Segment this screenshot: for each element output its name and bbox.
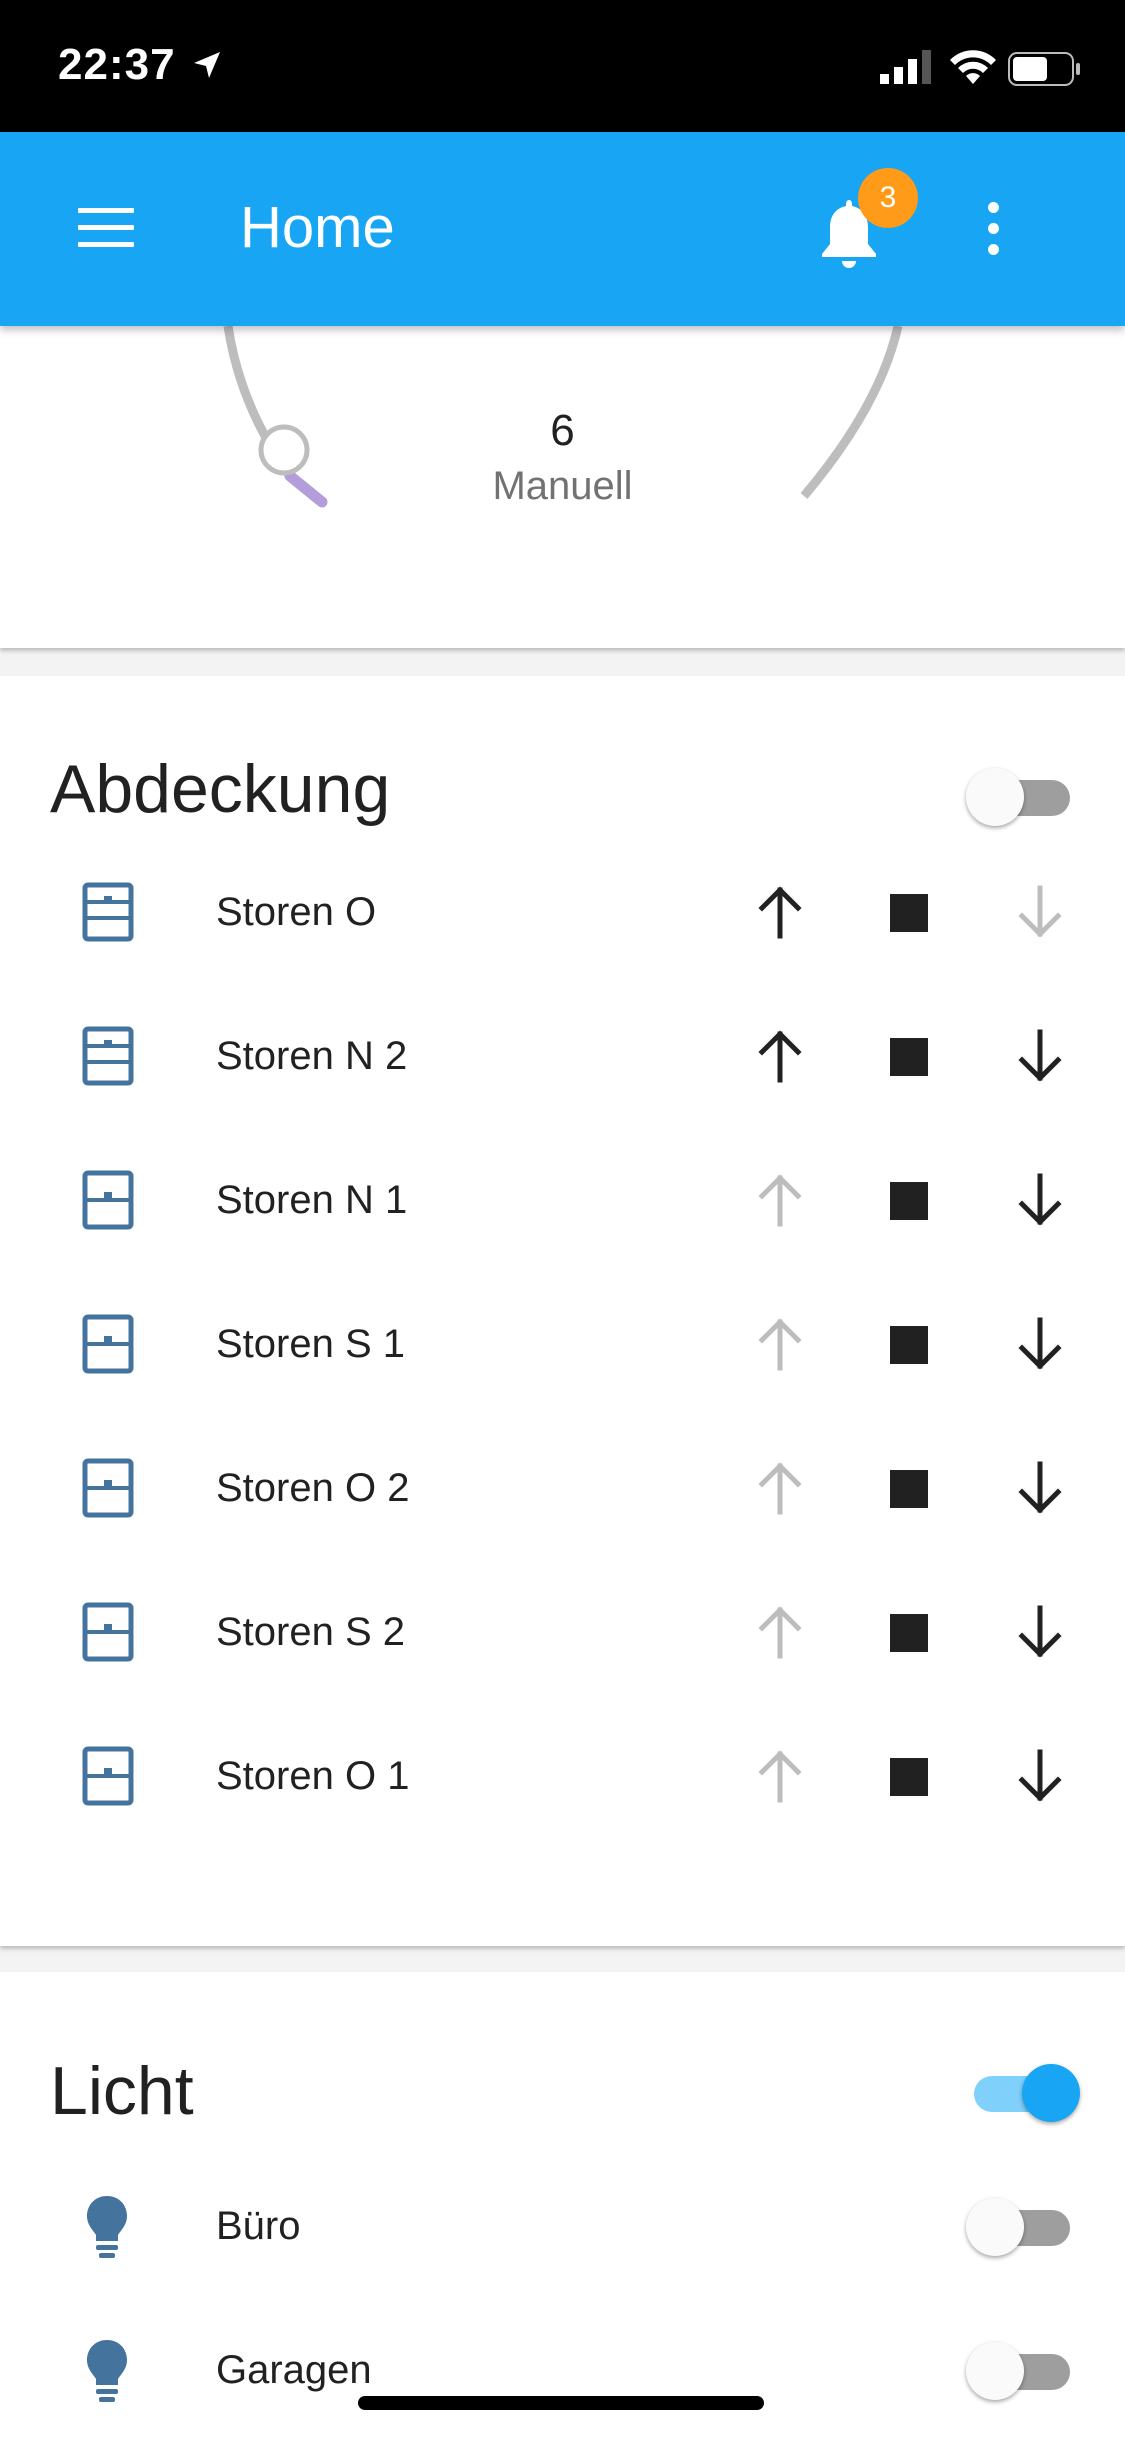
thermostat-value: 6 (550, 406, 575, 455)
battery-icon (1008, 52, 1080, 86)
cover-stop-button[interactable] (890, 1182, 928, 1220)
window-shutter-icon[interactable] (82, 1458, 134, 1518)
window-shutter-icon[interactable] (82, 882, 134, 942)
cover-label[interactable]: Storen O (216, 890, 376, 935)
notification-badge: 3 (858, 168, 918, 228)
window-shutter-icon[interactable] (82, 1026, 134, 1086)
arrow-down-icon (1012, 1461, 1068, 1520)
light-card: Licht Büro Garagen (0, 1972, 1125, 2452)
cover-card: Abdeckung Storen O Storen N 2 Storen N 1 St… (0, 676, 1125, 1946)
cover-up-button[interactable] (752, 1604, 808, 1660)
wifi-icon (950, 50, 996, 84)
arrow-down-icon (1012, 1749, 1068, 1808)
cover-stop-button[interactable] (890, 1758, 928, 1796)
cover-stop-button[interactable] (890, 1614, 928, 1652)
cover-down-button[interactable] (1012, 1604, 1068, 1660)
cover-label[interactable]: Storen N 2 (216, 1034, 407, 1079)
lightbulb-icon[interactable] (84, 2338, 130, 2404)
cover-stop-button[interactable] (890, 1326, 928, 1364)
cover-group-toggle[interactable] (966, 768, 1078, 826)
cover-down-button[interactable] (1012, 1748, 1068, 1804)
light-label[interactable]: Büro (216, 2204, 301, 2249)
arrow-up-icon (752, 1318, 808, 1376)
app-bar: Home 3 (0, 132, 1125, 326)
cover-up-button[interactable] (752, 1316, 808, 1372)
cover-down-button[interactable] (1012, 1028, 1068, 1084)
arrow-up-icon (752, 1750, 808, 1808)
window-shutter-icon[interactable] (82, 1314, 134, 1374)
light-group-toggle[interactable] (966, 2064, 1080, 2122)
thermostat-card: 6 Manuell (0, 326, 1125, 648)
arrow-up-icon (752, 1174, 808, 1232)
light-toggle[interactable] (966, 2198, 1078, 2256)
cover-label[interactable]: Storen N 1 (216, 1178, 407, 1223)
status-time: 22:37 (58, 40, 176, 89)
arrow-down-icon (1012, 1317, 1068, 1376)
cover-stop-button[interactable] (890, 1038, 928, 1076)
cover-down-button[interactable] (1012, 1172, 1068, 1228)
cover-down-button[interactable] (1012, 1316, 1068, 1372)
light-card-title: Licht (50, 2053, 194, 2129)
menu-icon[interactable] (78, 208, 134, 252)
window-shutter-icon[interactable] (82, 1602, 134, 1662)
arrow-up-icon (752, 1030, 808, 1088)
arrow-up-icon (752, 1606, 808, 1664)
cover-row: Storen S 2 (0, 1582, 1125, 1682)
cover-label[interactable]: Storen S 2 (216, 1610, 405, 1655)
light-toggle[interactable] (966, 2342, 1078, 2400)
cover-row: Storen O (0, 862, 1125, 962)
cover-label[interactable]: Storen O 1 (216, 1754, 409, 1799)
window-shutter-icon[interactable] (82, 1170, 134, 1230)
arrow-down-icon (1012, 1029, 1068, 1088)
arrow-down-icon (1012, 885, 1068, 944)
more-vert-icon[interactable] (984, 202, 1002, 262)
cover-up-button[interactable] (752, 1748, 808, 1804)
cover-row: Storen S 1 (0, 1294, 1125, 1394)
cover-up-button[interactable] (752, 1460, 808, 1516)
cover-row: Storen N 1 (0, 1150, 1125, 1250)
cover-card-title: Abdeckung (50, 751, 391, 827)
light-label[interactable]: Garagen (216, 2348, 372, 2393)
cover-stop-button[interactable] (890, 894, 928, 932)
cover-stop-button[interactable] (890, 1470, 928, 1508)
page-title: Home (240, 195, 395, 260)
lightbulb-icon[interactable] (84, 2194, 130, 2260)
cover-label[interactable]: Storen S 1 (216, 1322, 405, 1367)
cover-down-button[interactable] (1012, 1460, 1068, 1516)
arrow-down-icon (1012, 1173, 1068, 1232)
window-shutter-icon[interactable] (82, 1746, 134, 1806)
arrow-down-icon (1012, 1605, 1068, 1664)
cover-row: Storen N 2 (0, 1006, 1125, 1106)
cellular-signal-icon (880, 50, 931, 84)
cover-label[interactable]: Storen O 2 (216, 1466, 409, 1511)
thermostat-mode: Manuell (492, 464, 633, 508)
cover-down-button[interactable] (1012, 884, 1068, 940)
home-indicator (358, 2396, 764, 2410)
cover-up-button[interactable] (752, 884, 808, 940)
arrow-up-icon (752, 1462, 808, 1520)
cover-row: Storen O 2 (0, 1438, 1125, 1538)
status-bar: 22:37 (0, 0, 1125, 132)
arrow-up-icon (752, 886, 808, 944)
cover-row: Storen O 1 (0, 1726, 1125, 1826)
cover-up-button[interactable] (752, 1172, 808, 1228)
cover-up-button[interactable] (752, 1028, 808, 1084)
light-row: Büro (0, 2176, 1125, 2276)
location-arrow-icon (194, 52, 220, 78)
